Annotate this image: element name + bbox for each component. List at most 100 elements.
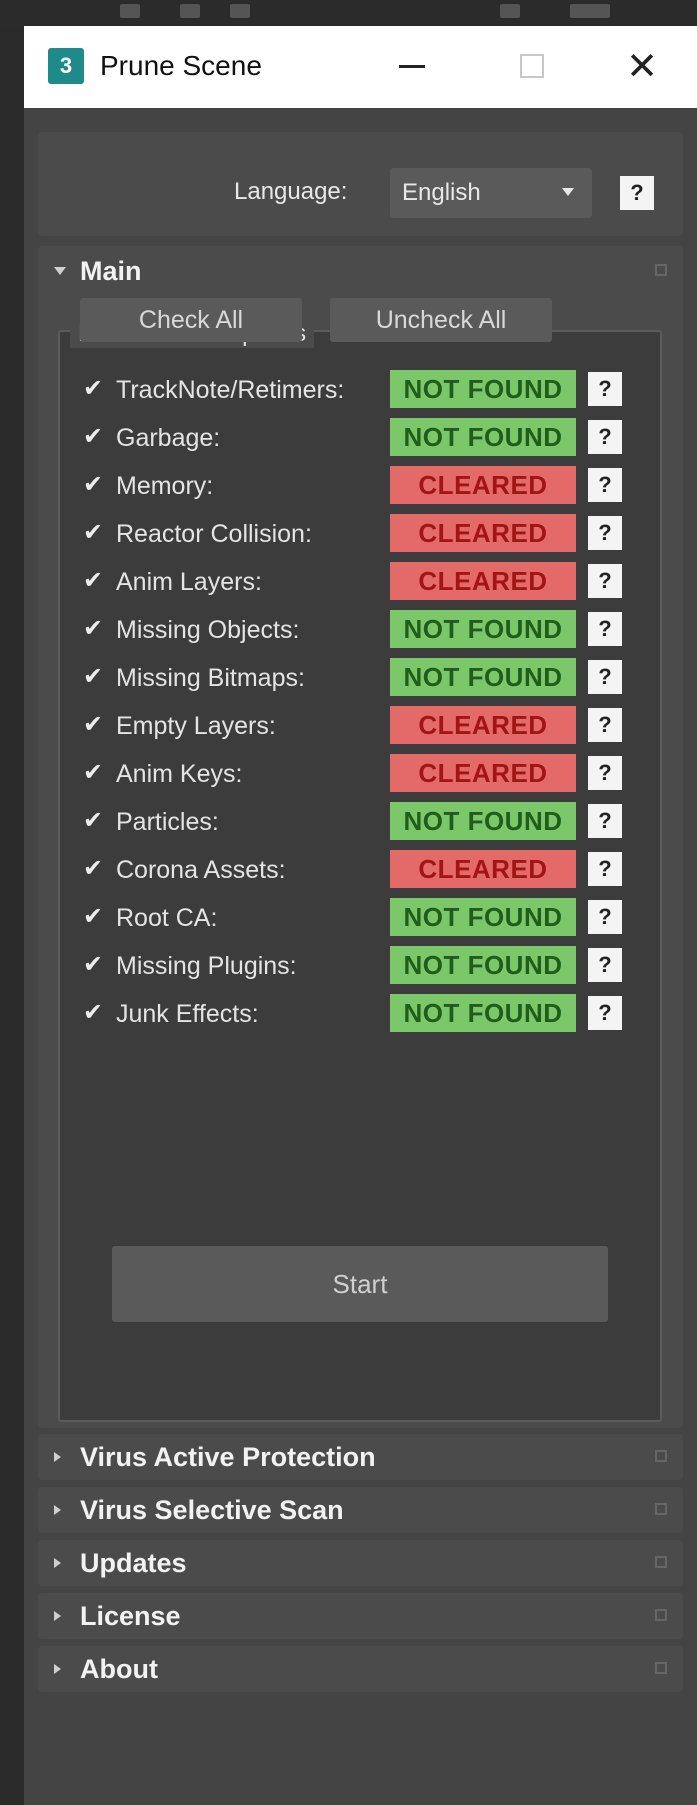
option-row: ✔ TrackNote/Retimers: NOT FOUND? <box>80 370 640 410</box>
grip-icon <box>655 1662 667 1674</box>
option-label: Missing Plugins: <box>116 952 297 980</box>
option-help-button[interactable]: ? <box>588 612 622 646</box>
status-badge: NOT FOUND <box>390 994 576 1032</box>
rollout-title: About <box>80 1654 158 1684</box>
maximize-button[interactable] <box>504 40 560 92</box>
option-row: ✔ Garbage: NOT FOUND? <box>80 418 640 458</box>
option-help-button[interactable]: ? <box>588 372 622 406</box>
rollout-main-header[interactable]: Main <box>38 246 683 296</box>
minimize-icon <box>399 64 425 68</box>
language-selected: English <box>402 179 481 206</box>
option-help-button[interactable]: ? <box>588 852 622 886</box>
rollout-virus-active-protection[interactable]: Virus Active Protection <box>38 1434 683 1480</box>
option-row: ✔ Corona Assets: CLEARED? <box>80 850 640 890</box>
checkbox-check-icon[interactable]: ✔ <box>80 376 106 402</box>
status-badge: CLEARED <box>390 850 576 888</box>
option-help-button[interactable]: ? <box>588 900 622 934</box>
option-label: Junk Effects: <box>116 1000 259 1028</box>
rollout-title: Virus Active Protection <box>80 1442 376 1472</box>
rollout-updates[interactable]: Updates <box>38 1540 683 1586</box>
checkbox-check-icon[interactable]: ✔ <box>80 856 106 882</box>
start-button[interactable]: Start <box>112 1246 608 1322</box>
minimize-button[interactable] <box>384 40 440 92</box>
option-help-button[interactable]: ? <box>588 948 622 982</box>
option-help-button[interactable]: ? <box>588 564 622 598</box>
close-icon: ✕ <box>626 45 658 88</box>
option-row: ✔ Anim Keys: CLEARED? <box>80 754 640 794</box>
grip-icon <box>655 264 667 276</box>
option-help-button[interactable]: ? <box>588 804 622 838</box>
status-badge: CLEARED <box>390 466 576 504</box>
option-help-button[interactable]: ? <box>588 468 622 502</box>
option-label: Anim Keys: <box>116 760 243 788</box>
option-label: Corona Assets: <box>116 856 286 884</box>
option-label: Empty Layers: <box>116 712 276 740</box>
checkbox-check-icon[interactable]: ✔ <box>80 424 106 450</box>
option-label: Particles: <box>116 808 219 836</box>
window-title: Prune Scene <box>100 50 262 81</box>
toolbar-icon <box>500 4 520 18</box>
option-label: Anim Layers: <box>116 568 262 596</box>
option-help-button[interactable]: ? <box>588 708 622 742</box>
checkbox-check-icon[interactable]: ✔ <box>80 808 106 834</box>
language-help-button[interactable]: ? <box>620 176 654 210</box>
status-badge: CLEARED <box>390 706 576 744</box>
uncheck-all-button[interactable]: Uncheck All <box>330 298 552 342</box>
checkbox-check-icon[interactable]: ✔ <box>80 712 106 738</box>
status-badge: CLEARED <box>390 514 576 552</box>
rollout-virus-selective-scan[interactable]: Virus Selective Scan <box>38 1487 683 1533</box>
app-icon: 3 <box>48 48 84 84</box>
checkbox-check-icon[interactable]: ✔ <box>80 1000 106 1026</box>
chevron-down-icon <box>562 188 574 196</box>
checkbox-check-icon[interactable]: ✔ <box>80 520 106 546</box>
checkbox-check-icon[interactable]: ✔ <box>80 760 106 786</box>
grip-icon <box>655 1450 667 1462</box>
collapsed-triangle-icon <box>54 1611 61 1621</box>
option-label: Missing Bitmaps: <box>116 664 305 692</box>
option-label: TrackNote/Retimers: <box>116 376 345 404</box>
rollout-license[interactable]: License <box>38 1593 683 1639</box>
rollout-about[interactable]: About <box>38 1646 683 1692</box>
close-button[interactable]: ✕ <box>614 40 670 92</box>
status-badge: NOT FOUND <box>390 898 576 936</box>
checkbox-check-icon[interactable]: ✔ <box>80 472 106 498</box>
status-badge: NOT FOUND <box>390 610 576 648</box>
toolbar-icon <box>120 4 140 18</box>
status-badge: NOT FOUND <box>390 370 576 408</box>
collapsed-triangle-icon <box>54 1558 61 1568</box>
option-help-button[interactable]: ? <box>588 756 622 790</box>
status-badge: CLEARED <box>390 562 576 600</box>
language-label: Language: <box>234 178 348 205</box>
rollout-title: Updates <box>80 1548 187 1578</box>
option-label: Root CA: <box>116 904 218 932</box>
option-row: ✔ Junk Effects: NOT FOUND? <box>80 994 640 1034</box>
rollout-title: License <box>80 1601 181 1631</box>
checkbox-check-icon[interactable]: ✔ <box>80 664 106 690</box>
language-dropdown[interactable]: English <box>390 168 592 218</box>
option-help-button[interactable]: ? <box>588 996 622 1030</box>
checkbox-check-icon[interactable]: ✔ <box>80 616 106 642</box>
toolbar-icon <box>180 4 200 18</box>
expanded-triangle-icon <box>54 267 66 275</box>
option-row: ✔ Empty Layers: CLEARED? <box>80 706 640 746</box>
status-badge: NOT FOUND <box>390 658 576 696</box>
checkbox-check-icon[interactable]: ✔ <box>80 952 106 978</box>
option-help-button[interactable]: ? <box>588 660 622 694</box>
language-panel: Language: English ? <box>38 132 683 236</box>
option-help-button[interactable]: ? <box>588 420 622 454</box>
collapsed-triangle-icon <box>54 1664 61 1674</box>
check-all-button[interactable]: Check All <box>80 298 302 342</box>
option-row: ✔ Missing Objects: NOT FOUND? <box>80 610 640 650</box>
option-label: Garbage: <box>116 424 221 452</box>
prune-scene-window: 3 Prune Scene ✕ Language: English ? Main… <box>24 26 697 1805</box>
checkbox-check-icon[interactable]: ✔ <box>80 904 106 930</box>
option-row: ✔ Memory: CLEARED? <box>80 466 640 506</box>
option-help-button[interactable]: ? <box>588 516 622 550</box>
background-toolbar <box>0 0 697 26</box>
title-bar[interactable]: 3 Prune Scene ✕ <box>24 26 697 108</box>
checkbox-check-icon[interactable]: ✔ <box>80 568 106 594</box>
rollout-title: Main <box>80 256 142 286</box>
maximize-icon <box>520 54 544 78</box>
option-label: Memory: <box>116 472 214 500</box>
rollout-title: Virus Selective Scan <box>80 1495 344 1525</box>
